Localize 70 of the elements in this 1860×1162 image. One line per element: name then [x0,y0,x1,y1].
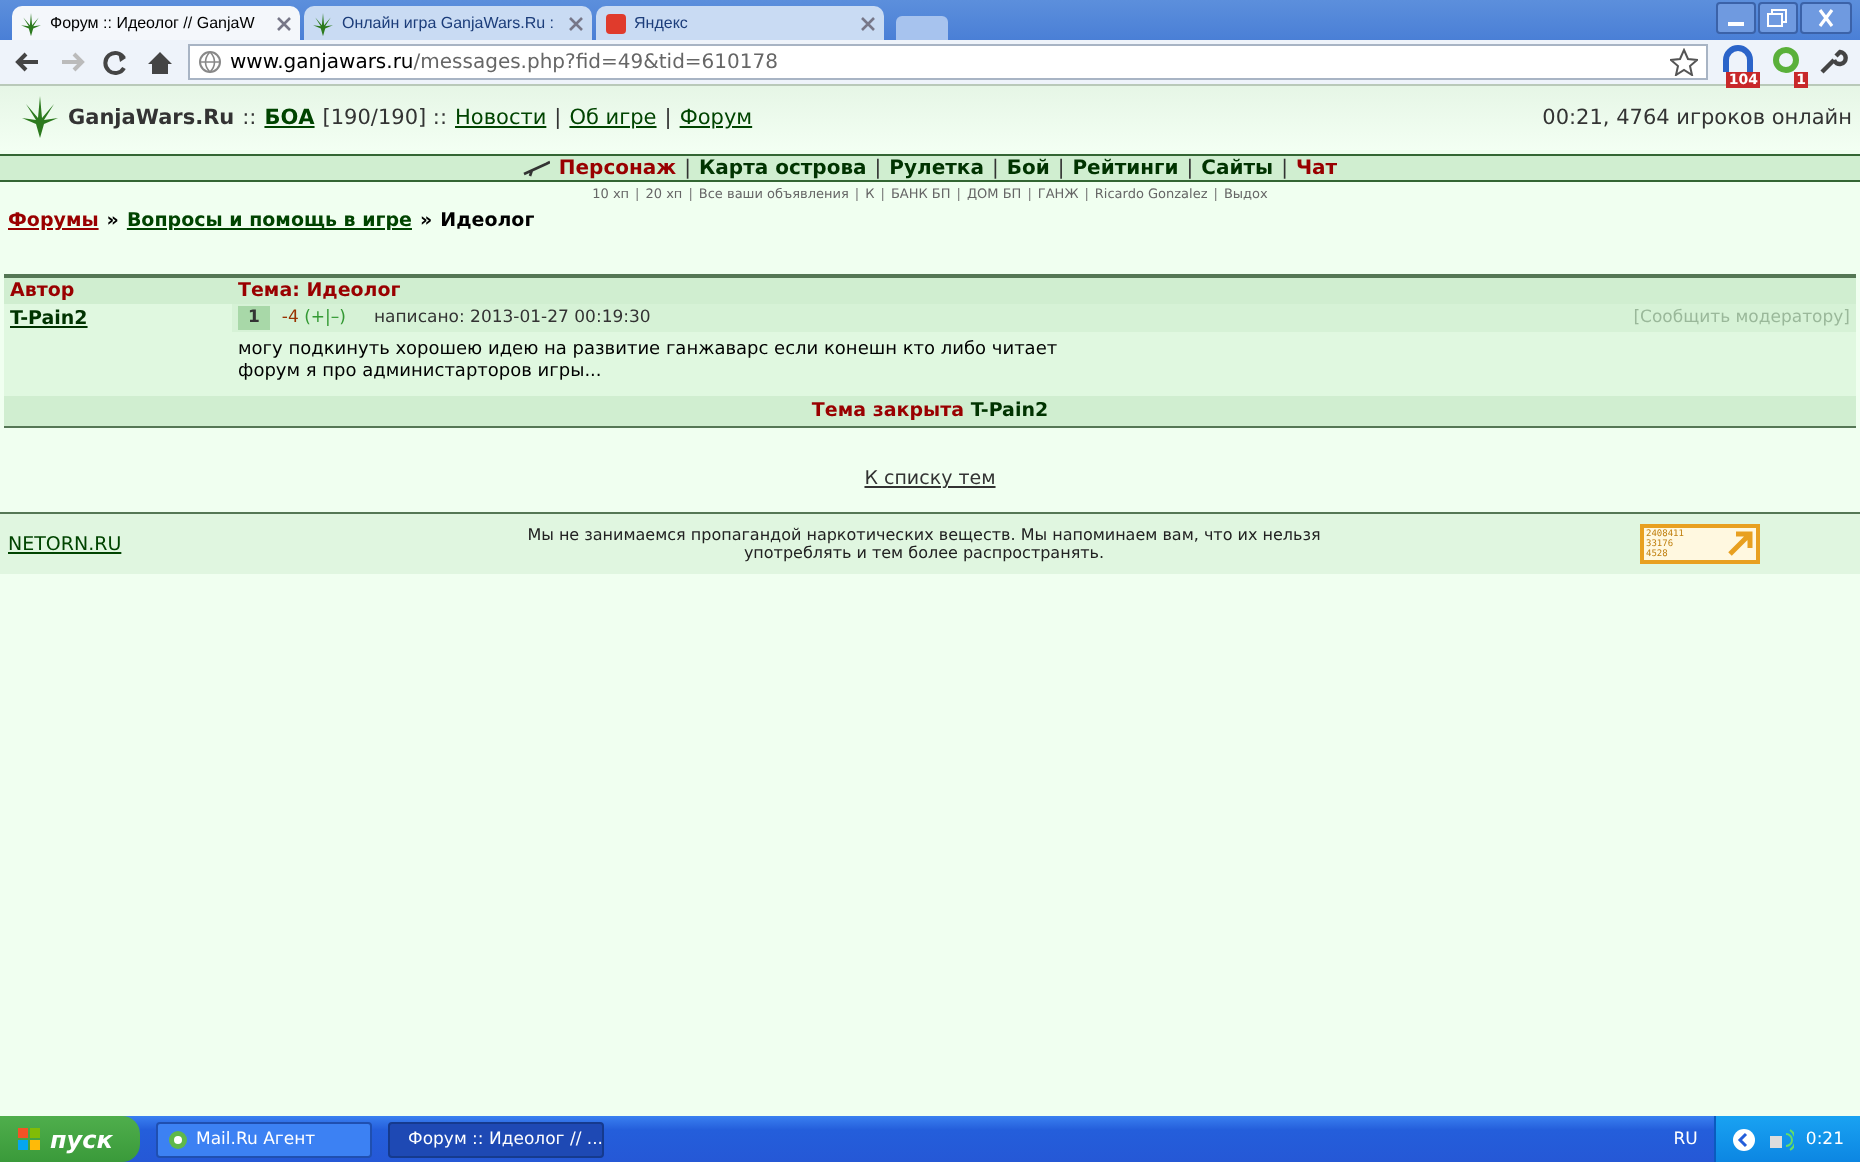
post-text: могу подкинуть хорошею идею на развитие ганжаварс если конешн кто либо читает [238,340,1060,362]
clock: 0:21 [1805,1129,1844,1149]
header-text: | [664,106,672,130]
breadcrumb-current: Идеолог [440,210,535,232]
browser-tab[interactable]: Яндекс [596,6,884,40]
taskbar-button[interactable]: Mail.Ru Агент [156,1121,372,1157]
separator-text: | [1281,157,1288,179]
nav-link[interactable]: Сайты [1201,157,1274,179]
nav-link[interactable]: БОА [264,106,315,130]
restore-icon[interactable] [1758,2,1798,34]
close-icon[interactable] [1800,2,1852,34]
chat-icon [168,1129,188,1149]
minimize-icon[interactable] [1716,2,1756,34]
close-icon[interactable] [860,15,876,31]
arrow-icon [1724,528,1756,560]
nav-link[interactable]: Карта острова [698,157,867,179]
yandex-icon [604,11,628,35]
closed-by: T-Pain2 [970,400,1049,422]
column-header: Автор [4,276,232,304]
globe-icon [198,50,222,74]
taskbar-button[interactable]: Форум :: Идеолог // ... [388,1121,604,1157]
extension-icon[interactable] [1720,43,1756,75]
gun-icon [522,158,551,178]
url-text: www.ganjawars.ru/messages.php?fid=49&tid=610178 [230,51,778,73]
breadcrumb-link[interactable]: Вопросы и помощь в игре [126,210,412,232]
online-count: 00:21, 4764 игроков онлайн [1542,106,1852,130]
star-icon[interactable] [1670,48,1698,76]
column-header: Тема: Идеолог [232,276,1856,304]
wrench-icon[interactable] [1816,46,1848,78]
address-bar[interactable]: www.ganjawars.ru/messages.php?fid=49&tid=610178 [188,44,1708,80]
closed-label: Тема закрыта [811,400,964,422]
nav-link[interactable]: Бой [1006,157,1050,179]
home-icon[interactable] [144,48,176,76]
windows-logo [16,1126,42,1152]
nav-link[interactable]: Чат [1295,157,1338,179]
close-icon[interactable] [568,15,584,31]
separator-text: » [419,210,433,232]
expand-icon[interactable] [1731,1127,1756,1151]
sync-icon[interactable] [1768,43,1804,75]
browser-tab[interactable]: Форум :: Идеолог // GanjaW [12,6,300,40]
separator-text: | [991,157,999,179]
header-text: | [554,106,562,130]
nav-link[interactable]: Персонаж [558,157,677,179]
language-indicator[interactable]: RU [1673,1129,1698,1149]
post-text: форум я про администарторов игры... [238,362,604,384]
nav-link[interactable]: Об игре [569,106,657,130]
site-name: GanjaWars.Ru [68,106,235,130]
nav-link[interactable]: Новости [455,106,547,130]
author-link[interactable]: T-Pain2 [10,308,88,330]
header-text: [190/190] :: [322,106,448,130]
back-icon[interactable] [12,48,44,76]
separator-text: | [1186,157,1194,179]
separator-text: | [1057,157,1065,179]
footer-notice: Мы не занимаемся пропагандой наркотических веществ. Мы напоминаем вам, что их нельзя употреблять и тем более распространять. [525,526,1323,562]
rating: -4 [281,308,299,328]
topic-list-link[interactable]: К списку тем [864,468,996,490]
separator-text: » [106,210,119,232]
close-icon[interactable] [276,15,292,31]
nav-link[interactable]: Рулетка [889,157,984,179]
network-icon[interactable] [1767,1127,1794,1151]
breadcrumb-link[interactable]: Форумы [8,210,99,232]
footer-link[interactable]: NETORN.RU [8,533,508,555]
separator-text: | [874,157,882,179]
nav-link[interactable]: Форум [679,106,753,130]
separator-text: | [684,157,691,179]
header-text: :: [242,106,257,130]
post-number: 1 [238,306,270,330]
nav-link[interactable]: Рейтинги [1072,157,1179,179]
browser-tab[interactable]: Онлайн игра GanjaWars.Ru : [304,6,592,40]
post-date: написано: 2013-01-27 00:19:30 [373,308,651,328]
